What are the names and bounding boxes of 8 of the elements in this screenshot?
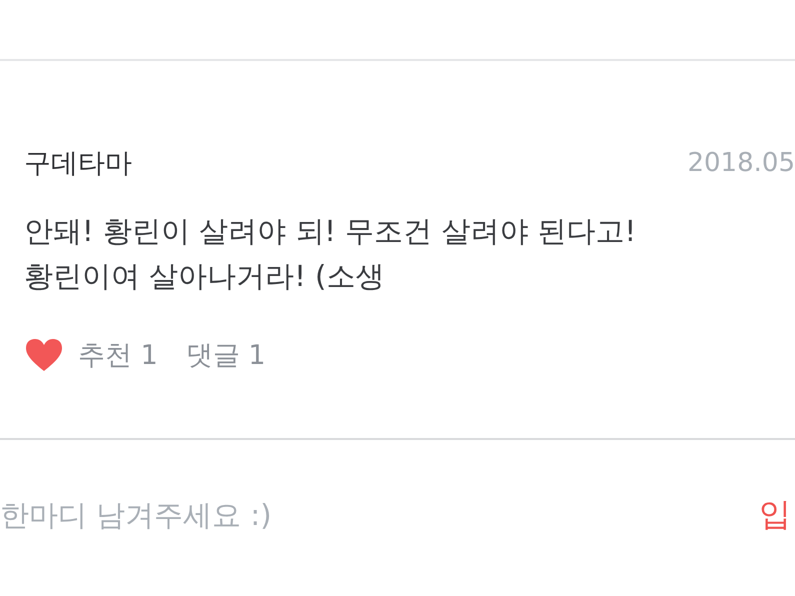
author-name: 구데타마 bbox=[24, 147, 132, 181]
comment-date: 2018.05 bbox=[687, 148, 795, 178]
reply-count[interactable]: 댓글 1 bbox=[186, 337, 266, 373]
comment-text: 황린이여 살아나거라! (소생 bbox=[24, 258, 386, 295]
like-count: 추천 1 bbox=[78, 339, 158, 373]
comment-text: 안돼! 황린이 살려야 되! 무조건 살려야 된다고! bbox=[24, 213, 638, 250]
comment-input-field[interactable]: 한마디 남겨주세요 :) bbox=[0, 498, 600, 532]
submit-button[interactable]: 입 bbox=[759, 493, 795, 537]
